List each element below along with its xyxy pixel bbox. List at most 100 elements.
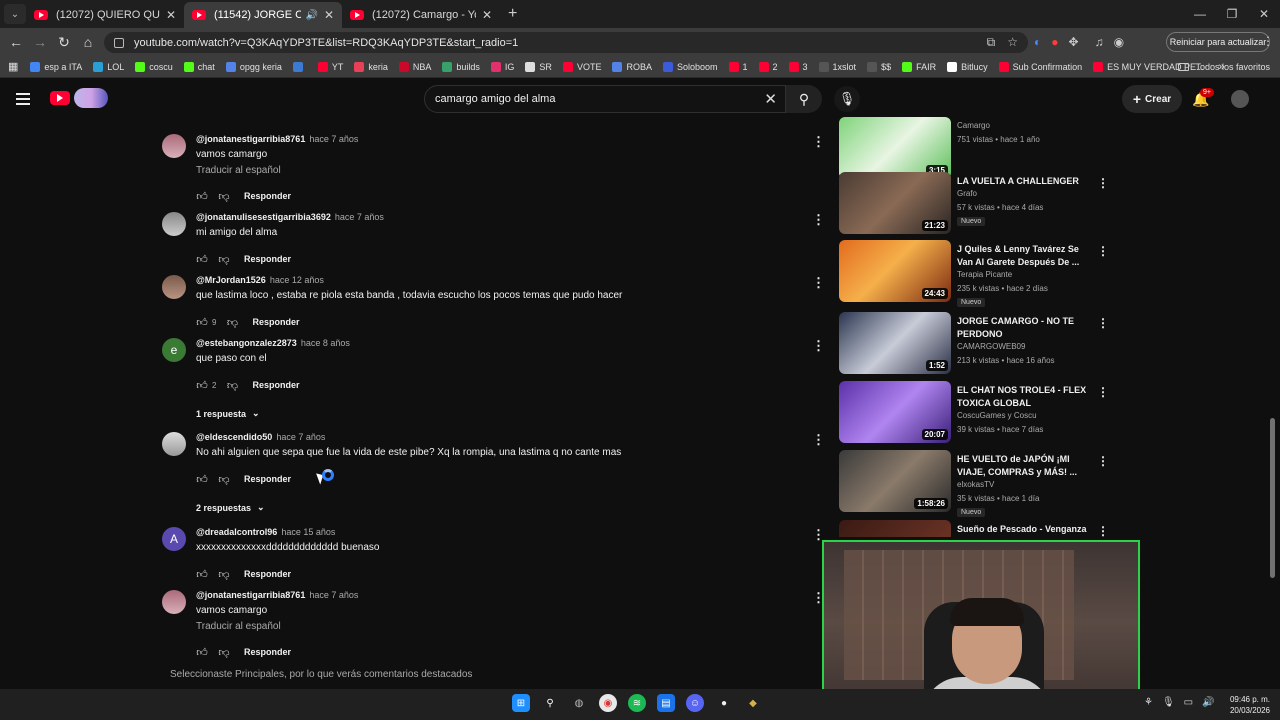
video-more-icon[interactable]: ⋮ [1097,385,1109,399]
back-icon[interactable]: ← [4,34,28,50]
like-icon[interactable]: 👍︎ [196,646,208,659]
related-video-item[interactable]: Sueño de Pescado - Venganza ⋮ [839,520,1114,537]
comment-author[interactable]: @jonatanulisesestigarribia3692 [196,212,331,222]
dislike-icon[interactable]: 👎︎ [218,253,230,266]
bookmark-item[interactable]: IG [490,61,514,72]
video-channel[interactable]: CoscuGames y Coscu [957,411,1037,420]
media-control-icon[interactable]: ♫ [1095,35,1104,49]
dislike-icon[interactable]: 👎︎ [226,379,238,392]
comment-time[interactable]: hace 7 años [309,134,358,144]
commenter-avatar[interactable] [162,590,186,614]
comment-more-icon[interactable]: ⋮ [812,212,825,228]
video-more-icon[interactable]: ⋮ [1097,316,1109,330]
related-video-item[interactable]: 21:23 LA VUELTA A CHALLENGER Grafo 57 k vis… [839,172,1114,234]
discord-icon[interactable]: ☺ [686,694,704,712]
speaker-icon[interactable]: 🔊 [305,10,317,21]
spotify-icon[interactable]: ≋ [628,694,646,712]
reply-button[interactable]: Responder [244,254,291,264]
bookmark-item[interactable]: chat [183,61,215,72]
video-thumbnail[interactable]: 24:43 [839,240,951,302]
like-icon[interactable]: 👍︎ [196,473,208,486]
video-title[interactable]: Sueño de Pescado - Venganza [957,523,1092,536]
taskbar-app-icon[interactable]: ◆ [744,694,762,712]
create-button[interactable]: + Crear [1122,85,1182,113]
system-clock[interactable]: 09:46 p. m. 20/03/2026 [1222,694,1270,716]
notes-app-icon[interactable]: ▤ [657,694,675,712]
bookmark-item[interactable]: coscu [135,61,173,72]
comment-author[interactable]: @jonatanestigarribia8761 [196,134,305,144]
video-title[interactable]: LA VUELTA A CHALLENGER [957,175,1092,188]
premium-doodle-logo[interactable] [74,88,108,108]
video-thumbnail[interactable]: 1:58:26 [839,450,951,512]
account-avatar[interactable] [1231,90,1249,108]
bookmark-item[interactable]: opgg keria [225,61,282,72]
video-title[interactable]: JORGE CAMARGO - NO TE PERDONO [957,315,1092,341]
comment-more-icon[interactable]: ⋮ [812,134,825,150]
related-video-item[interactable]: 3:15 Camargo 751 vistas • hace 1 año [839,117,1114,179]
bookmark-item[interactable]: YT [317,61,343,72]
reply-button[interactable]: Responder [252,380,299,390]
video-thumbnail[interactable]: 1:52 [839,312,951,374]
video-more-icon[interactable]: ⋮ [1097,454,1109,468]
comment-more-icon[interactable]: ⋮ [812,432,825,448]
bookmark-item[interactable]: builds [442,61,480,72]
translate-link[interactable]: Traducir al español [196,165,281,176]
taskbar-app-icon[interactable]: ◍ [570,694,588,712]
video-thumbnail[interactable] [839,520,951,537]
commenter-avatar[interactable]: e [162,338,186,362]
view-replies-button[interactable]: 2 respuestas ⌄ [196,502,265,513]
windows-start-icon[interactable]: ⊞ [512,694,530,712]
like-icon[interactable]: 👍︎ [196,316,208,329]
chrome-icon[interactable]: ◉ [599,694,617,712]
browser-menu-icon[interactable]: ⋮ [1262,34,1274,48]
bookmark-item[interactable]: Sub Confirmation [998,61,1082,72]
bookmark-star-icon[interactable]: ☆ [1007,35,1018,50]
minimize-icon[interactable]: — [1184,0,1216,28]
bookmark-item[interactable] [292,61,307,72]
reply-button[interactable]: Responder [252,317,299,327]
related-video-item[interactable]: 20:07 EL CHAT NOS TROLE4 - FLEX TOXICA GL… [839,381,1114,443]
update-button[interactable]: Reiniciar para actualizar [1166,32,1270,52]
comment-author[interactable]: @jonatanestigarribia8761 [196,590,305,600]
network-icon[interactable]: ▭ [1184,697,1193,708]
comment-time[interactable]: hace 8 años [301,338,350,348]
video-thumbnail[interactable]: 20:07 [839,381,951,443]
page-scrollbar[interactable] [1270,418,1275,578]
video-title[interactable]: HE VUELTO de JAPÓN ¡MI VIAJE, COMPRAS y … [957,453,1092,479]
close-window-icon[interactable]: ✕ [1248,0,1280,28]
video-channel[interactable]: Terapia Picante [957,270,1012,279]
search-button[interactable]: ⚲ [786,85,822,113]
video-title[interactable]: J Quiles & Lenny Tavárez Se Van Al Garet… [957,243,1092,269]
video-more-icon[interactable]: ⋮ [1097,524,1109,537]
related-video-item[interactable]: 1:58:26 HE VUELTO de JAPÓN ¡MI VIAJE, COM… [839,450,1114,517]
comment-author[interactable]: @eldescendido50 [196,432,272,442]
voice-search-button[interactable]: 🎙 [834,86,860,112]
all-bookmarks-folder[interactable]: Todos los favoritos [1178,56,1270,78]
like-icon[interactable]: 👍︎ [196,379,208,392]
commenter-avatar[interactable] [162,275,186,299]
bookmark-item[interactable]: LOL [93,61,124,72]
related-video-item[interactable]: 1:52 JORGE CAMARGO - NO TE PERDONO CAMARGO… [839,312,1114,374]
bookmark-item[interactable]: ROBA [612,61,652,72]
video-more-icon[interactable]: ⋮ [1097,176,1109,190]
commenter-avatar[interactable] [162,134,186,158]
comment-more-icon[interactable]: ⋮ [812,275,825,291]
reload-icon[interactable]: ↻ [52,34,76,51]
like-icon[interactable]: 👍︎ [196,190,208,203]
install-app-icon[interactable]: ⧉ [987,35,996,50]
browser-tab-2[interactable]: (12072) Camargo - YouTube ✕ [342,2,500,28]
video-channel[interactable]: elxokasTV [957,480,994,489]
search-input[interactable]: camargo amigo del alma ✕ [424,85,786,113]
bookmark-item[interactable]: esp a ITA [30,61,82,72]
bookmark-item[interactable]: 2 [758,61,778,72]
comment-time[interactable]: hace 12 años [270,275,324,285]
dislike-icon[interactable]: 👎︎ [218,190,230,203]
commenter-avatar[interactable]: A [162,527,186,551]
comment-time[interactable]: hace 15 años [281,527,335,537]
browser-tab-1[interactable]: (11542) JORGE CAMARGO 🔊 ✕ [184,2,342,28]
bookmark-item[interactable]: FAIR [902,61,936,72]
close-tab-icon[interactable]: ✕ [324,8,334,22]
comment-author[interactable]: @MrJordan1526 [196,275,266,285]
video-channel[interactable]: Grafo [957,189,977,198]
extension-icon[interactable]: ◐ [1034,35,1041,49]
